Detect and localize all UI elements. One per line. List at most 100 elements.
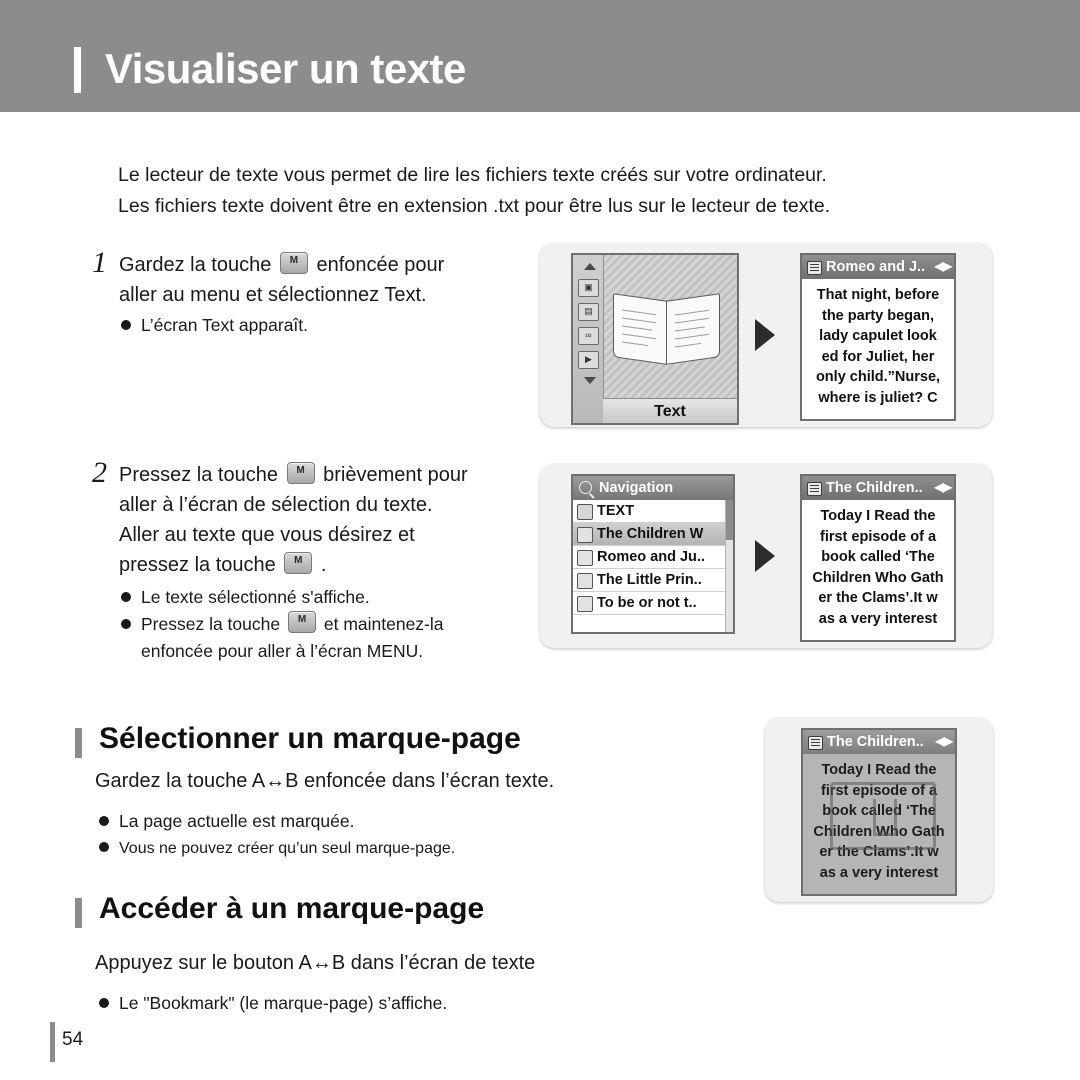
bullet-text: L’écran Text apparaît. — [141, 315, 309, 335]
nav-list-item-selected[interactable]: The Children W — [573, 523, 733, 546]
m-button-icon: M — [284, 552, 313, 574]
step-2-line-2: aller à l’écran de sélection du texte. — [119, 494, 433, 516]
navigation-title: Navigation — [599, 480, 674, 496]
text-file-icon — [577, 596, 593, 612]
step-2-bullets: Le texte sélectionné s'affiche. Pressez … — [119, 584, 579, 665]
nav-list-item[interactable]: To be or not t.. — [573, 592, 733, 615]
bullet-text: Vous ne pouvez créer qu’un seul marque-p… — [119, 840, 456, 857]
photo-icon: ▣ — [578, 279, 599, 297]
down-arrow-icon — [584, 377, 596, 384]
step-2-line-4-before: pressez la touche — [119, 554, 276, 576]
text-line: as a very interest — [819, 864, 939, 881]
bullet-item: Le "Bookmark" (le marque-page) s’affiche… — [97, 990, 657, 1017]
prev-next-arrows-icon: ◀▶ — [934, 259, 952, 273]
menu-screen-label: Text — [654, 403, 686, 420]
bookmark-viewer-titlebar: The Children.. ◀▶ — [803, 730, 955, 754]
navigation-screen: Navigation TEXT The Children W Romeo and… — [571, 474, 735, 634]
nav-list-item[interactable]: TEXT — [573, 500, 733, 523]
nav-item-label: To be or not t.. — [597, 595, 697, 611]
m-button-icon: M — [286, 462, 315, 484]
step-2-line-4: pressez la touche M . — [119, 550, 564, 580]
page-number: 54 — [62, 1029, 84, 1050]
text-file-icon — [807, 261, 822, 275]
text-line: where is juliet? C — [818, 389, 938, 406]
bullet-text-line-2: enfoncée pour aller à l’écran MENU. — [141, 641, 424, 661]
step-1-number: 1 — [92, 246, 107, 279]
text-line: first episode of a — [819, 528, 937, 545]
bullet-dot-icon — [99, 842, 109, 852]
text-viewer-screen: Romeo and J.. ◀▶ That night, before the … — [800, 253, 956, 421]
folder-icon — [577, 504, 593, 520]
step-1-text-before: Gardez la touche — [119, 254, 272, 276]
bullet-item: Vous ne pouvez créer qu’un seul marque-p… — [97, 835, 657, 862]
children-viewer-body: Today I Read the first episode of a book… — [802, 500, 954, 629]
illustration-panel-2: Navigation TEXT The Children W Romeo and… — [540, 464, 992, 648]
bookmark-viewer-title: The Children.. — [827, 734, 924, 750]
step-1-body: Gardez la touche M enfoncée pour aller a… — [119, 250, 564, 310]
illustration-panel-1: ▣ ▤ ∞ ▶ Text Romeo and J.. ◀▶ That night… — [540, 243, 992, 427]
book-illustration-icon — [613, 291, 721, 365]
magnifier-icon — [579, 481, 592, 494]
illustration-panel-3: The Children.. ◀▶ Today I Read the first… — [765, 718, 993, 902]
prev-next-arrows-icon: ◀▶ — [934, 480, 952, 494]
text-line: book called ‘The — [821, 549, 935, 565]
bookmark-stamp-icon — [830, 782, 936, 850]
bullet-item: Le texte sélectionné s'affiche. — [119, 584, 579, 611]
nav-item-label: TEXT — [597, 503, 635, 519]
step-2-text-before: Pressez la touche — [119, 464, 278, 486]
m-button-icon: M — [287, 611, 316, 633]
bullet-text: La page actuelle est marquée. — [119, 811, 355, 831]
text-line: only child.”Nurse, — [815, 369, 941, 385]
text-line: That night, before — [816, 287, 940, 303]
nav-item-label: The Children W — [597, 526, 704, 542]
text-viewer-titlebar: Romeo and J.. ◀▶ — [802, 255, 954, 279]
nav-list-item[interactable]: The Little Prin.. — [573, 569, 733, 592]
section-accent-bar — [75, 728, 82, 758]
bullet-text: Pressez la touche — [141, 614, 281, 634]
flow-arrow-icon — [755, 319, 775, 351]
bullet-item: La page actuelle est marquée. — [97, 808, 657, 835]
bullet-dot-icon — [99, 816, 109, 826]
book-page-left — [613, 293, 667, 365]
bullet-text: Le texte sélectionné s'affiche. — [141, 587, 370, 607]
menu-sidebar: ▣ ▤ ∞ ▶ — [573, 255, 604, 423]
bullet-text-cont: et maintenez-la — [323, 614, 444, 634]
children-viewer-screen: The Children.. ◀▶ Today I Read the first… — [800, 474, 956, 642]
text-icon: ▤ — [578, 303, 599, 321]
m-button-label: M — [297, 614, 307, 625]
navigation-scrollbar[interactable] — [725, 500, 733, 632]
bullet-item: Pressez la touche M et maintenez-la enfo… — [119, 611, 579, 665]
header-accent-bar — [74, 47, 81, 93]
bullet-dot-icon — [121, 592, 131, 602]
bullet-dot-icon — [121, 320, 131, 330]
section-title: Sélectionner un marque-page — [99, 722, 521, 755]
m-button-label: M — [296, 465, 305, 476]
intro-paragraph: Le lecteur de texte vous permet de lire … — [118, 160, 918, 222]
text-viewer-body: That night, before the party began, lady… — [802, 279, 954, 408]
bullet-dot-icon — [121, 619, 131, 629]
section-bookmark-access-bullets: Le "Bookmark" (le marque-page) s’affiche… — [97, 990, 657, 1017]
navigation-titlebar: Navigation — [573, 476, 733, 500]
text-line: Children Who Gath — [812, 569, 944, 586]
nav-list-item[interactable]: Romeo and Ju.. — [573, 546, 733, 569]
text-line: Today I Read the — [820, 508, 936, 524]
section-bookmark-select-subtitle: Gardez la touche A↔B enfoncée dans l’écr… — [95, 770, 555, 792]
step-1-bullets: L’écran Text apparaît. — [119, 312, 579, 339]
step-2-text-after: brièvement pour — [323, 464, 468, 486]
children-viewer-titlebar: The Children.. ◀▶ — [802, 476, 954, 500]
device-menu-screen: ▣ ▤ ∞ ▶ Text — [571, 253, 739, 425]
nav-item-label: The Little Prin.. — [597, 572, 702, 588]
text-line: lady capulet look — [819, 328, 937, 344]
bullet-dot-icon — [99, 998, 109, 1008]
children-viewer-title: The Children.. — [826, 480, 923, 496]
section-title: Accéder à un marque-page — [99, 892, 485, 925]
movie-icon: ∞ — [578, 327, 599, 345]
text-line: the party began, — [822, 307, 934, 324]
text-line: Today I Read the — [821, 762, 937, 778]
text-file-icon — [577, 550, 593, 566]
text-file-icon — [577, 573, 593, 589]
bullet-item: L’écran Text apparaît. — [119, 312, 579, 339]
scrollbar-thumb[interactable] — [726, 500, 733, 540]
video-icon: ▶ — [578, 351, 599, 369]
m-button-icon: M — [279, 252, 308, 274]
